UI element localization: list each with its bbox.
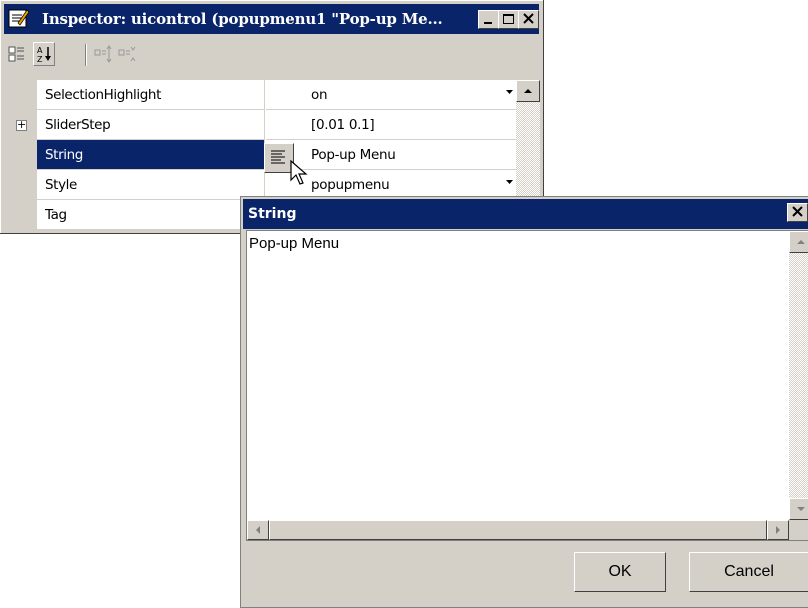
dialog-title-bar[interactable]: String: [243, 199, 808, 229]
property-value-text: on: [311, 87, 328, 103]
property-value-text: Pop-up Menu: [311, 147, 396, 163]
ok-button[interactable]: OK: [574, 552, 666, 592]
scroll-right-icon: [776, 526, 780, 534]
scroll-down-button[interactable]: [789, 498, 808, 520]
horizontal-scroll-thumb[interactable]: [269, 520, 767, 540]
property-row-sliderstep[interactable]: + SliderStep [0.01 0.1]: [8, 110, 516, 140]
text-lines-icon: [271, 150, 285, 164]
svg-text:Z: Z: [37, 55, 43, 64]
scroll-down-icon: [797, 507, 805, 511]
string-text-area[interactable]: Pop-up Menu: [246, 230, 808, 541]
property-name: Tag: [37, 200, 265, 230]
scroll-left-button[interactable]: [247, 520, 269, 540]
scroll-right-button[interactable]: [767, 520, 789, 540]
collapse-all-icon: [118, 46, 136, 62]
scroll-up-button[interactable]: [516, 80, 540, 102]
string-dialog: String Pop-up Menu OK Cancel: [240, 196, 808, 608]
scroll-up-icon: [797, 240, 805, 244]
maximize-icon: [503, 14, 514, 24]
property-row-string[interactable]: String Pop-up Menu: [8, 140, 516, 170]
text-horizontal-scrollbar[interactable]: [247, 520, 789, 540]
string-text-content[interactable]: Pop-up Menu: [249, 235, 339, 252]
minimize-icon: [484, 22, 492, 24]
scroll-up-icon: [524, 89, 532, 93]
expand-icon[interactable]: +: [16, 119, 27, 131]
scroll-left-icon: [256, 526, 260, 534]
property-value[interactable]: on: [266, 80, 516, 110]
expand-all-icon: [94, 45, 112, 63]
dropdown-arrow-icon[interactable]: [505, 177, 514, 186]
close-button[interactable]: [518, 10, 539, 29]
row-gutter: +: [8, 110, 37, 140]
categorized-button[interactable]: [6, 42, 28, 66]
maximize-button[interactable]: [498, 10, 519, 29]
property-name: SelectionHighlight: [37, 80, 265, 110]
property-name: String: [37, 140, 265, 170]
inspector-title: Inspector: uicontrol (popupmenu1 "Pop-up…: [42, 10, 443, 28]
text-vertical-scrollbar[interactable]: [789, 231, 808, 520]
property-value-text: [0.01 0.1]: [311, 117, 375, 133]
svg-text:A: A: [37, 46, 43, 55]
dropdown-arrow-icon[interactable]: [505, 87, 514, 96]
property-name: Style: [37, 170, 265, 200]
dialog-title: String: [248, 206, 297, 222]
row-gutter: [8, 80, 37, 110]
property-value[interactable]: [0.01 0.1]: [266, 110, 516, 140]
property-name: SliderStep: [37, 110, 265, 140]
mouse-cursor-icon: [290, 160, 308, 185]
cancel-button[interactable]: Cancel: [689, 552, 808, 592]
sort-alpha-icon: A Z: [37, 46, 51, 64]
collapse-all-button[interactable]: [116, 42, 138, 66]
property-value-text: popupmenu: [311, 177, 390, 193]
inspector-app-icon: [8, 9, 30, 28]
toolbar-separator: [85, 44, 87, 66]
expand-all-button[interactable]: [92, 42, 114, 66]
scroll-corner: [789, 520, 808, 540]
close-icon: [523, 13, 534, 24]
row-gutter: [8, 140, 37, 170]
close-icon: [792, 206, 803, 217]
minimize-button[interactable]: [478, 10, 499, 29]
row-gutter: [8, 170, 37, 200]
dialog-close-button[interactable]: [787, 203, 808, 222]
row-gutter: [8, 200, 37, 230]
categorized-icon: [8, 46, 24, 62]
scroll-up-button[interactable]: [789, 231, 808, 253]
inspector-title-bar[interactable]: Inspector: uicontrol (popupmenu1 "Pop-up…: [4, 4, 539, 34]
property-row-selectionhighlight[interactable]: SelectionHighlight on: [8, 80, 516, 110]
inspector-toolbar: A Z: [4, 40, 539, 70]
sort-alphabetical-button[interactable]: A Z: [33, 42, 55, 66]
